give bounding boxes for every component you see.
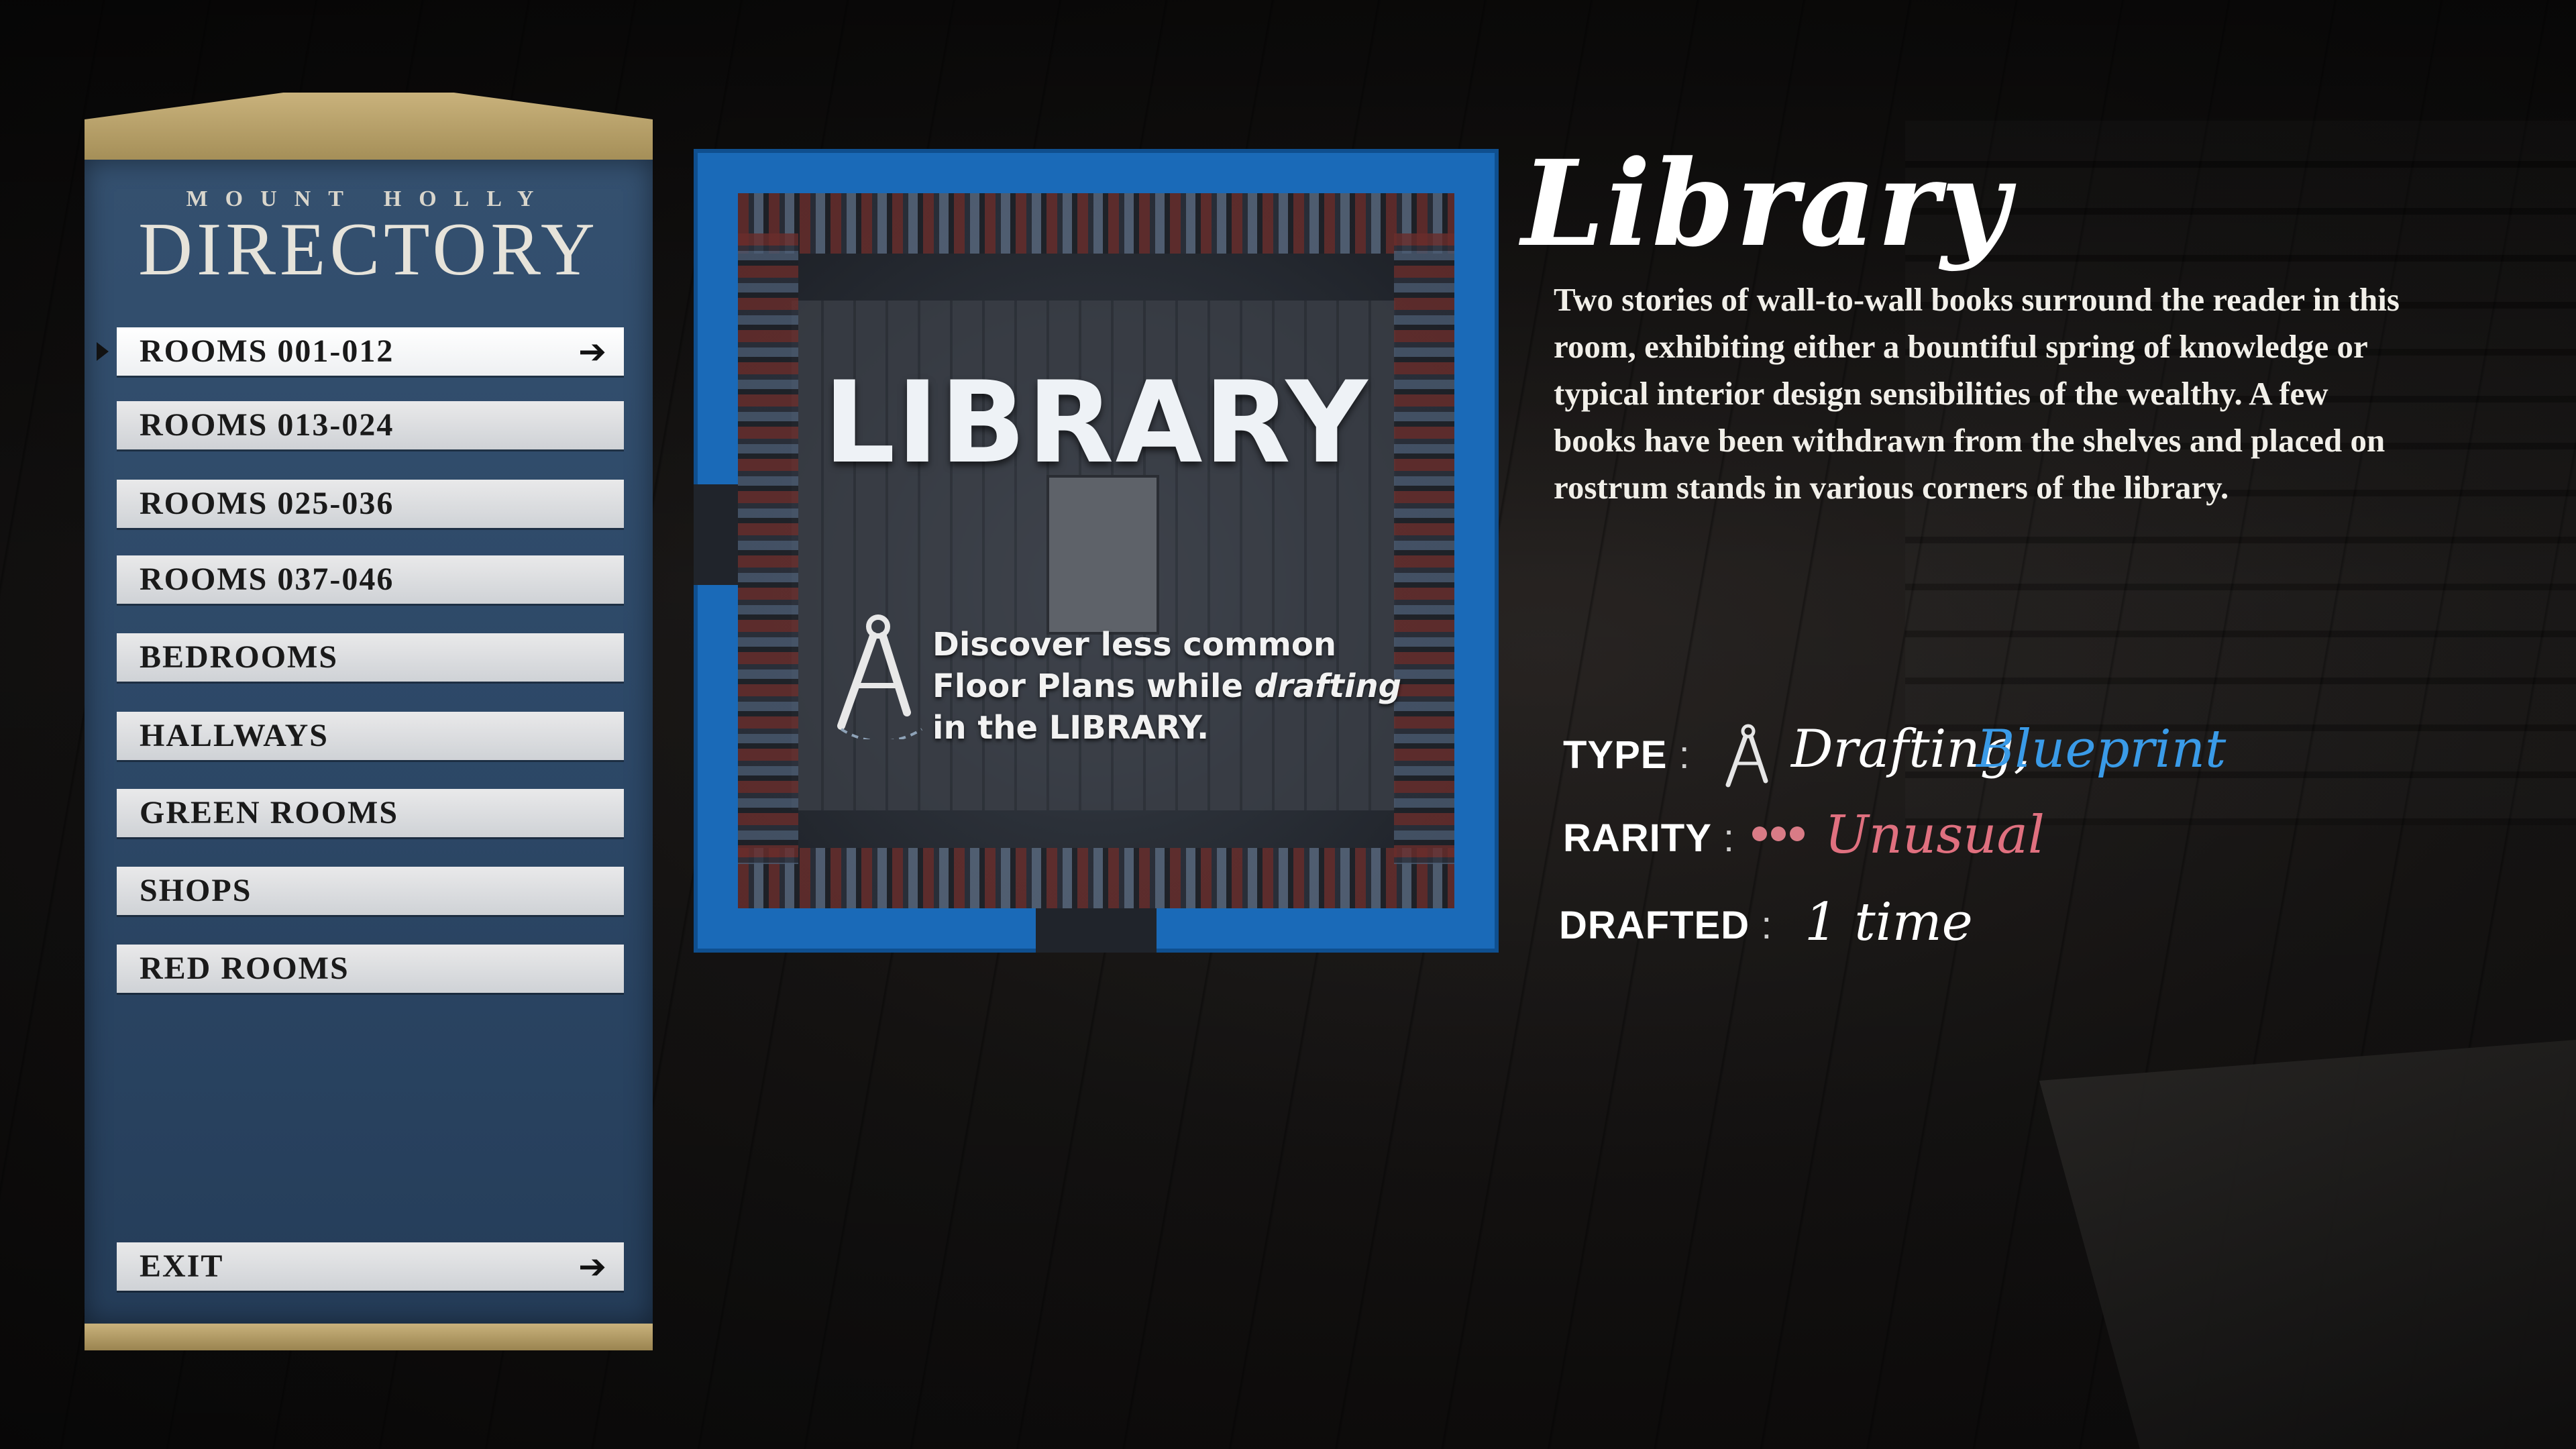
bookshelf-bottom [738, 848, 1454, 908]
drafted-label-text: DRAFTED [1559, 904, 1750, 947]
menu-item-hallways[interactable]: HALLWAYS [117, 712, 624, 760]
rarity-label: RARITY : [1563, 816, 1735, 861]
menu-item-bedrooms[interactable]: BEDROOMS [117, 633, 624, 682]
arrow-right-icon: ➔ [578, 332, 608, 371]
bookshelf-right [1394, 233, 1454, 864]
type-value-blueprint: Blueprint [1976, 719, 2226, 780]
menu-item-label: ROOMS 037-046 [140, 561, 394, 597]
arrow-right-icon: ➔ [578, 1247, 608, 1286]
drafted-value: 1 time [1805, 892, 1973, 953]
menu-item-label: ROOMS 013-024 [140, 407, 394, 443]
menu-item-rooms-001-012[interactable]: ROOMS 001-012 ➔ [117, 327, 624, 376]
drafted-label: DRAFTED : [1559, 903, 1772, 948]
menu-item-label: GREEN ROOMS [140, 795, 399, 830]
menu-item-label: SHOPS [140, 873, 252, 908]
exit-button[interactable]: EXIT ➔ [117, 1242, 624, 1291]
card-hint-line1: Discover less common [932, 626, 1336, 663]
rarity-dots-icon [1752, 826, 1813, 847]
card-hint: Discover less common Floor Plans while d… [932, 624, 1402, 749]
room-card: LIBRARY Discover less common Floor Plans… [694, 149, 1499, 953]
type-label: TYPE : [1563, 733, 1690, 777]
card-hint-line3: in the LIBRARY. [932, 709, 1210, 747]
menu-item-label: RED ROOMS [140, 951, 350, 986]
menu-item-label: BEDROOMS [140, 639, 339, 675]
rarity-value: Unusual [1825, 805, 2045, 865]
menu-item-label: ROOMS 025-036 [140, 486, 394, 521]
menu-item-red-rooms[interactable]: RED ROOMS [117, 945, 624, 993]
menu-item-label: ROOMS 001-012 [140, 333, 394, 369]
directory-title: DIRECTORY [138, 208, 599, 291]
room-description: Two stories of wall-to-wall books surrou… [1554, 281, 2400, 506]
rarity-label-text: RARITY [1563, 816, 1712, 860]
selection-pointer-icon [97, 342, 109, 361]
doorway-left [694, 484, 738, 585]
bookshelf-left [738, 233, 798, 864]
bookshelf-top [738, 193, 1454, 254]
menu-item-shops[interactable]: SHOPS [117, 867, 624, 915]
card-hint-emphasis: drafting [1254, 667, 1401, 705]
exit-label: EXIT [140, 1248, 224, 1284]
menu-item-green-rooms[interactable]: GREEN ROOMS [117, 789, 624, 837]
compass-icon [1725, 724, 1768, 788]
card-hint-line2: Floor Plans while drafting [932, 665, 1402, 707]
panel-bottom-cap [85, 1324, 653, 1350]
panel-top-cap [85, 93, 653, 160]
compass-icon [837, 614, 923, 739]
menu-item-label: HALLWAYS [140, 718, 329, 753]
card-hint-line2-text: Floor Plans while [932, 667, 1254, 705]
menu-item-rooms-037-046[interactable]: ROOMS 037-046 [117, 555, 624, 604]
drafted-colon: : [1750, 904, 1773, 947]
card-title: LIBRARY [823, 357, 1369, 488]
room-name: Library [1521, 134, 2011, 273]
type-label-text: TYPE [1563, 733, 1668, 777]
reading-desk [1046, 475, 1159, 635]
menu-item-rooms-013-024[interactable]: ROOMS 013-024 [117, 401, 624, 449]
menu-item-rooms-025-036[interactable]: ROOMS 025-036 [117, 480, 624, 528]
room-card-illustration [738, 193, 1454, 908]
rarity-colon: : [1711, 816, 1735, 860]
type-colon: : [1667, 733, 1690, 777]
doorway-bottom [1036, 908, 1157, 953]
directory-panel: MOUNT HOLLY DIRECTORY ROOMS 001-012 ➔ RO… [85, 93, 653, 1357]
